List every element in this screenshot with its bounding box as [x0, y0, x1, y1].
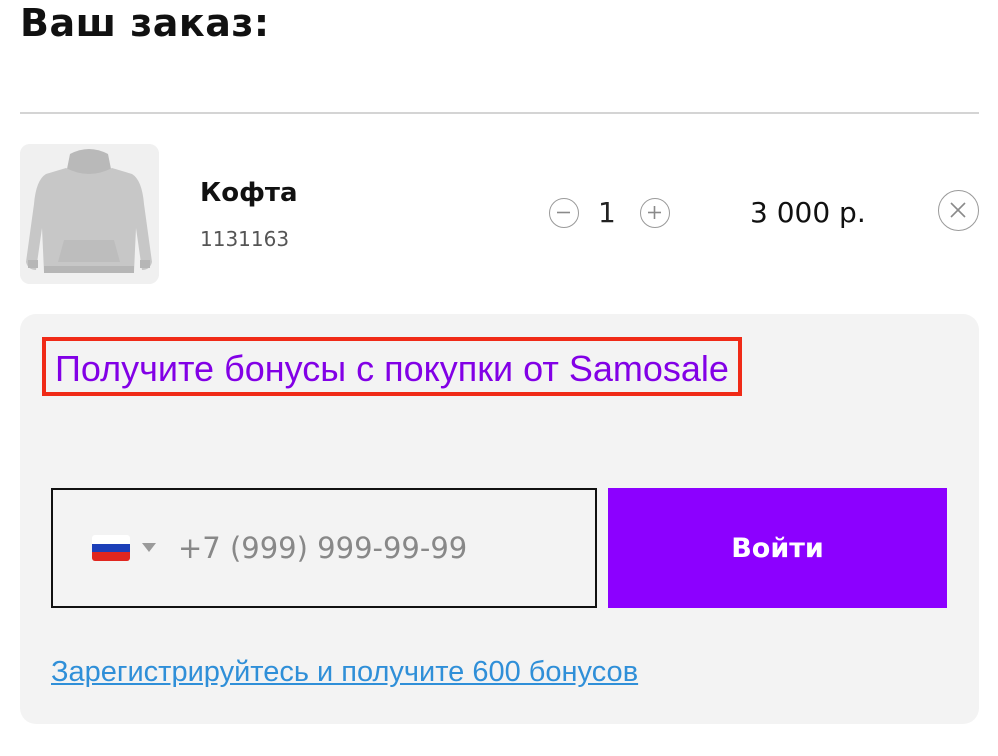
- russia-flag-icon[interactable]: [92, 535, 130, 561]
- login-button[interactable]: Войти: [608, 488, 947, 608]
- divider: [20, 112, 979, 114]
- product-name[interactable]: Кофта: [200, 178, 298, 208]
- product-thumbnail[interactable]: [20, 144, 159, 284]
- plus-icon: [648, 206, 661, 219]
- page-title: Ваш заказ:: [20, 1, 270, 45]
- chevron-down-icon[interactable]: [142, 543, 156, 552]
- product-sku: 1131163: [200, 227, 290, 251]
- decrease-quantity-button[interactable]: [549, 198, 579, 228]
- minus-icon: [557, 211, 570, 214]
- remove-item-button[interactable]: [938, 190, 979, 231]
- product-price: 3 000 р.: [750, 196, 866, 229]
- increase-quantity-button[interactable]: [640, 198, 670, 228]
- register-link[interactable]: Зарегистрируйтесь и получите 600 бонусов: [51, 656, 638, 689]
- bonus-heading: Получите бонусы с покупки от Samosale: [42, 337, 742, 396]
- checkout-page: Ваш заказ: Кофта 1131163 1 3 000 р. Полу…: [0, 0, 998, 756]
- quantity-value: 1: [598, 196, 616, 229]
- phone-input[interactable]: [178, 526, 578, 570]
- hoodie-image: [20, 144, 159, 284]
- close-icon: [950, 202, 966, 218]
